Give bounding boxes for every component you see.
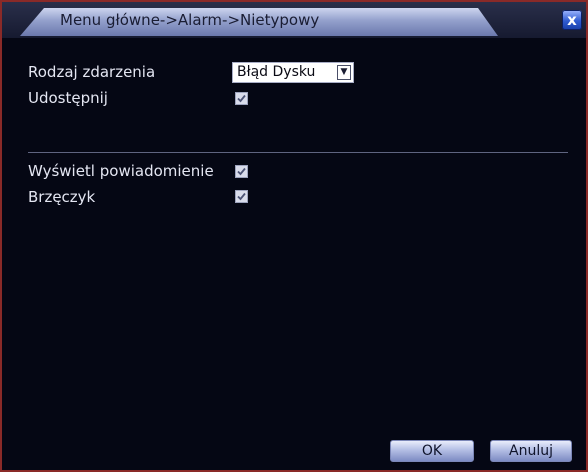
alarm-abnormality-window: Menu główne->Alarm->Nietypowy x Rodzaj z… xyxy=(0,0,588,472)
show-notification-label: Wyświetl powiadomienie xyxy=(28,162,214,180)
buzzer-checkbox[interactable] xyxy=(235,190,248,203)
settings-panel: Rodzaj zdarzenia Błąd Dysku ▼ Udostępnij… xyxy=(2,38,586,470)
close-button[interactable]: x xyxy=(562,10,582,30)
checkmark-icon xyxy=(237,94,246,103)
event-type-select[interactable]: Błąd Dysku ▼ xyxy=(232,62,354,83)
title-bar: Menu główne->Alarm->Nietypowy x xyxy=(2,2,586,38)
window-title: Menu główne->Alarm->Nietypowy xyxy=(60,11,320,29)
enable-label: Udostępnij xyxy=(28,89,108,107)
cancel-button[interactable]: Anuluj xyxy=(490,440,572,462)
event-type-value: Błąd Dysku xyxy=(237,64,316,80)
section-divider xyxy=(28,152,568,153)
chevron-down-icon[interactable]: ▼ xyxy=(337,65,351,80)
enable-checkbox[interactable] xyxy=(235,92,248,105)
checkmark-icon xyxy=(237,167,246,176)
buzzer-label: Brzęczyk xyxy=(28,188,96,206)
checkmark-icon xyxy=(237,192,246,201)
event-type-label: Rodzaj zdarzenia xyxy=(28,63,156,81)
ok-button[interactable]: OK xyxy=(390,440,474,462)
show-notification-checkbox[interactable] xyxy=(235,165,248,178)
close-icon: x xyxy=(567,11,577,29)
